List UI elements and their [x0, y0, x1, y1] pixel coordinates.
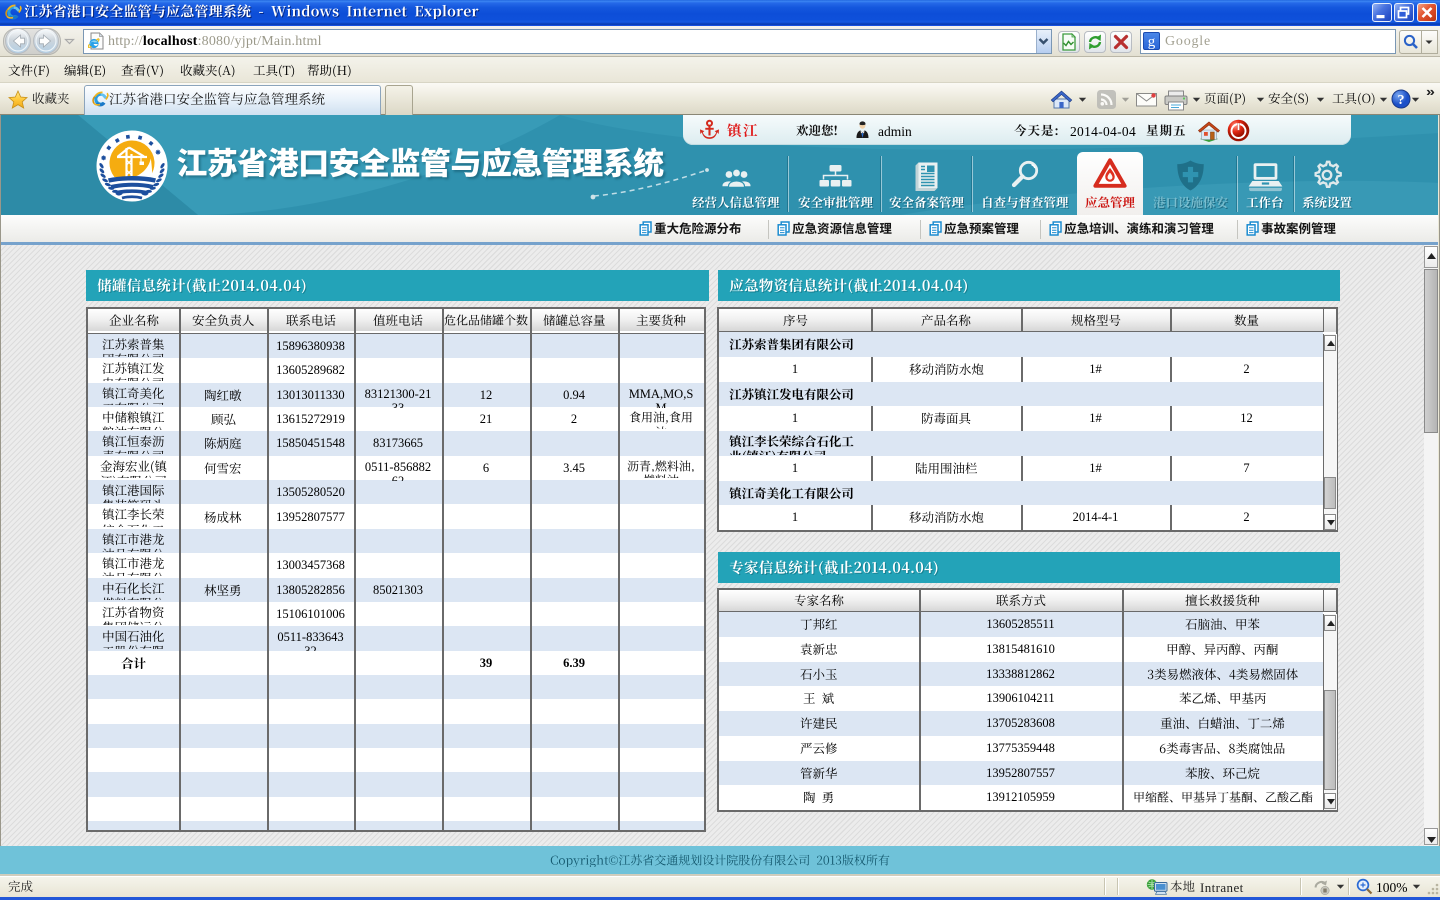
- svg-text:g: g: [1148, 34, 1156, 49]
- svg-text:?: ?: [1398, 93, 1405, 108]
